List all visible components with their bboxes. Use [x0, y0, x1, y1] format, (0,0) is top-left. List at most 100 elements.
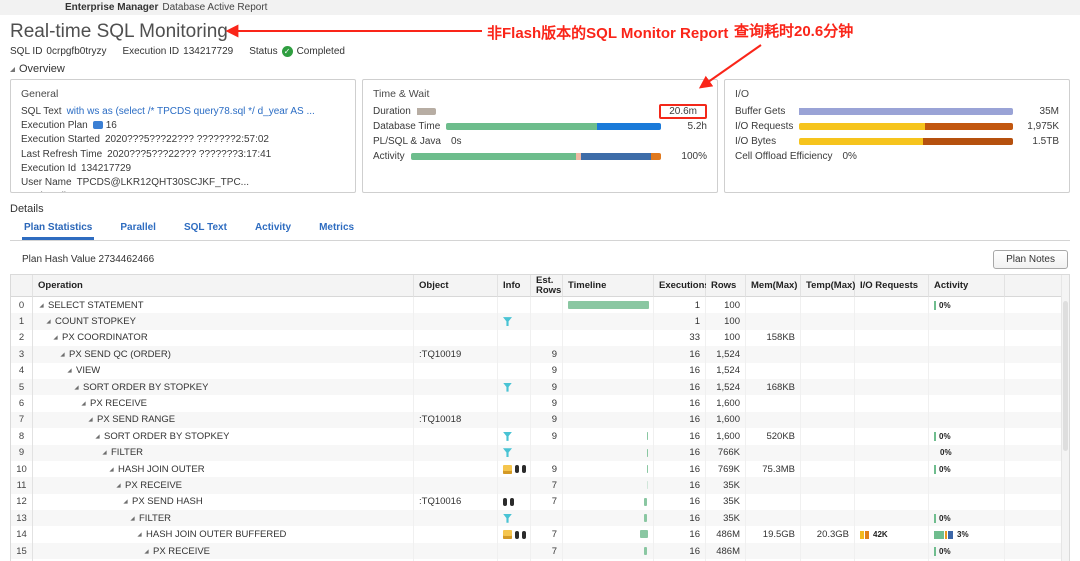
tab-parallel[interactable]: Parallel: [118, 217, 158, 237]
timeline-cell: [563, 477, 654, 493]
activity-cell: [929, 330, 1005, 346]
temp-max-cell: [801, 494, 855, 510]
tab-sql-text[interactable]: SQL Text: [182, 217, 229, 237]
est-rows-cell: 9: [531, 412, 563, 428]
scrollbar-thumb[interactable]: [1063, 301, 1068, 451]
table-row[interactable]: 9FILTER16766K0%: [11, 445, 1069, 461]
table-row[interactable]: 0SELECT STATEMENT11000%: [11, 297, 1069, 313]
general-row: SQL Textwith ws as (select /* TPCDS quer…: [21, 104, 345, 118]
plan-notes-button[interactable]: Plan Notes: [993, 250, 1068, 269]
table-row[interactable]: 13FILTER1635K0%: [11, 510, 1069, 526]
plan-statistics-table: OperationObjectInfoEst. RowsTimelineExec…: [10, 274, 1070, 561]
plan-hash-group: Plan Hash Value 2734462466: [22, 254, 154, 265]
table-row[interactable]: 2PX COORDINATOR33100158KB: [11, 330, 1069, 346]
metric-value: 1.5TB: [1019, 136, 1059, 147]
cell-filler: [1005, 428, 1069, 444]
filter-icon: [503, 383, 512, 392]
executions-cell: 16: [654, 363, 706, 379]
cell-filler: [1005, 543, 1069, 559]
object-cell: [414, 379, 498, 395]
table-row[interactable]: 5SORT ORDER BY STOPKEY9161,524168KB: [11, 379, 1069, 395]
object-cell: [414, 445, 498, 461]
info-cell: [498, 510, 531, 526]
collapse-icon[interactable]: [39, 303, 43, 307]
table-row[interactable]: 1COUNT STOPKEY1100: [11, 313, 1069, 329]
collapse-icon[interactable]: [46, 319, 50, 323]
collapse-icon[interactable]: [137, 533, 141, 537]
row-number: 5: [11, 379, 33, 395]
filter-icon: [503, 448, 512, 457]
sql-id-label: SQL ID: [10, 46, 42, 57]
field-label: Last Refresh Time: [21, 149, 102, 160]
metric-row: Cell Offload Efficiency0%: [735, 149, 1059, 164]
est-rows-cell: [531, 510, 563, 526]
activity-bar-segment: [945, 531, 947, 539]
cell-filler: [1005, 363, 1069, 379]
row-number: 1: [11, 313, 33, 329]
mem-max-cell: [746, 494, 801, 510]
sql-text-link[interactable]: with ws as (select /* TPCDS query78.sql …: [67, 106, 315, 117]
temp-max-cell: [801, 395, 855, 411]
activity-value: 0%: [939, 465, 951, 474]
timeline-bar: [640, 530, 648, 538]
collapse-icon[interactable]: [130, 516, 134, 520]
collapse-icon[interactable]: [109, 467, 113, 471]
collapse-icon[interactable]: [102, 451, 106, 455]
info-cell: [498, 412, 531, 428]
operation-name: PX SEND HASH: [132, 496, 203, 507]
enterprise-manager-brand: Enterprise Manager: [65, 2, 158, 13]
operation-name: FILTER: [111, 447, 143, 458]
tab-plan-statistics[interactable]: Plan Statistics: [22, 217, 94, 240]
collapse-icon[interactable]: [123, 500, 127, 504]
bar-segment: [925, 123, 1013, 130]
metric-label: Activity: [373, 151, 405, 162]
collapse-icon[interactable]: [74, 385, 78, 389]
collapse-icon[interactable]: [60, 352, 64, 356]
table-row[interactable]: 6PX RECEIVE9161,600: [11, 395, 1069, 411]
timeline-cell: [563, 313, 654, 329]
temp-max-cell: [801, 313, 855, 329]
overview-section-toggle[interactable]: Overview: [10, 63, 1070, 75]
collapse-icon[interactable]: [116, 483, 120, 487]
collapse-icon[interactable]: [144, 549, 148, 553]
activity-bar-segment: [934, 531, 944, 539]
rows-cell: 100: [706, 330, 746, 346]
metric-value: 1,975K: [1019, 121, 1059, 132]
operation-cell: PX SEND HASH: [33, 494, 414, 510]
table-row[interactable]: 10HASH JOIN OUTER916769K75.3MB0%: [11, 461, 1069, 477]
collapse-icon[interactable]: [95, 434, 99, 438]
rows-cell: 100: [706, 297, 746, 313]
table-row[interactable]: 3PX SEND QC (ORDER):TQ100199161,524: [11, 346, 1069, 362]
table-row[interactable]: 14HASH JOIN OUTER BUFFERED716486M19.5GB2…: [11, 526, 1069, 542]
tab-metrics[interactable]: Metrics: [317, 217, 356, 237]
table-row[interactable]: 8SORT ORDER BY STOPKEY9161,600520KB0%: [11, 428, 1069, 444]
bar-segment: [651, 153, 661, 160]
io-bar-segment: [865, 531, 869, 539]
bar-segment: [446, 123, 596, 130]
table-row[interactable]: 7PX SEND RANGE:TQ100189161,600: [11, 412, 1069, 428]
join-icon: [503, 530, 512, 539]
est-rows-cell: [531, 297, 563, 313]
collapse-icon[interactable]: [67, 369, 71, 373]
tab-activity[interactable]: Activity: [253, 217, 293, 237]
metric-label: Cell Offload Efficiency: [735, 151, 832, 162]
table-row[interactable]: 4VIEW9161,524: [11, 363, 1069, 379]
field-label: Execution Id: [21, 163, 76, 174]
column-header: I/O Requests: [855, 275, 929, 297]
collapse-icon[interactable]: [81, 401, 85, 405]
table-row[interactable]: 12PX SEND HASH:TQ1001671635K: [11, 494, 1069, 510]
operation-cell: VIEW: [33, 363, 414, 379]
table-row[interactable]: 15PX RECEIVE716486M0%: [11, 543, 1069, 559]
io-requests-cell: [855, 412, 929, 428]
activity-tick: [934, 465, 936, 474]
table-row[interactable]: 11PX RECEIVE71635K: [11, 477, 1069, 493]
object-cell: [414, 428, 498, 444]
info-cell: [498, 543, 531, 559]
vertical-scrollbar[interactable]: [1061, 275, 1069, 561]
row-number: 7: [11, 412, 33, 428]
collapse-icon[interactable]: [53, 336, 57, 340]
est-rows-cell: 9: [531, 395, 563, 411]
collapse-icon[interactable]: [88, 418, 92, 422]
status-bar: SQL ID 0crpgfb0tryzy Execution ID 134217…: [10, 46, 1070, 57]
timeline-cell: [563, 346, 654, 362]
